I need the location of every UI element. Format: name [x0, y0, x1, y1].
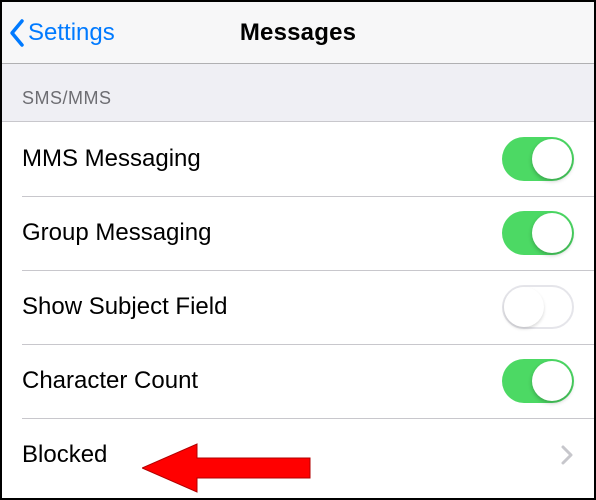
- toggle-knob: [532, 213, 572, 253]
- toggle-knob: [532, 361, 572, 401]
- row-blocked[interactable]: Blocked: [2, 418, 594, 492]
- toggle-knob: [532, 139, 572, 179]
- row-label: Character Count: [22, 367, 198, 395]
- back-label: Settings: [28, 19, 115, 47]
- row-label: MMS Messaging: [22, 145, 201, 173]
- row-mms-messaging: MMS Messaging: [2, 122, 594, 196]
- character-count-toggle[interactable]: [502, 359, 574, 403]
- group-messaging-toggle[interactable]: [502, 211, 574, 255]
- row-show-subject-field: Show Subject Field: [2, 270, 594, 344]
- section-header: SMS/MMS: [2, 64, 594, 122]
- toggle-knob: [504, 287, 544, 327]
- row-character-count: Character Count: [2, 344, 594, 418]
- row-label: Group Messaging: [22, 219, 211, 247]
- chevron-right-icon: [560, 444, 574, 466]
- chevron-left-icon: [8, 18, 26, 48]
- row-group-messaging: Group Messaging: [2, 196, 594, 270]
- settings-screen: Settings Messages SMS/MMS MMS Messaging …: [0, 0, 596, 500]
- row-label: Show Subject Field: [22, 293, 227, 321]
- navbar: Settings Messages: [2, 2, 594, 64]
- row-label: Blocked: [22, 441, 107, 469]
- back-button[interactable]: Settings: [8, 18, 115, 48]
- mms-messaging-toggle[interactable]: [502, 137, 574, 181]
- show-subject-field-toggle[interactable]: [502, 285, 574, 329]
